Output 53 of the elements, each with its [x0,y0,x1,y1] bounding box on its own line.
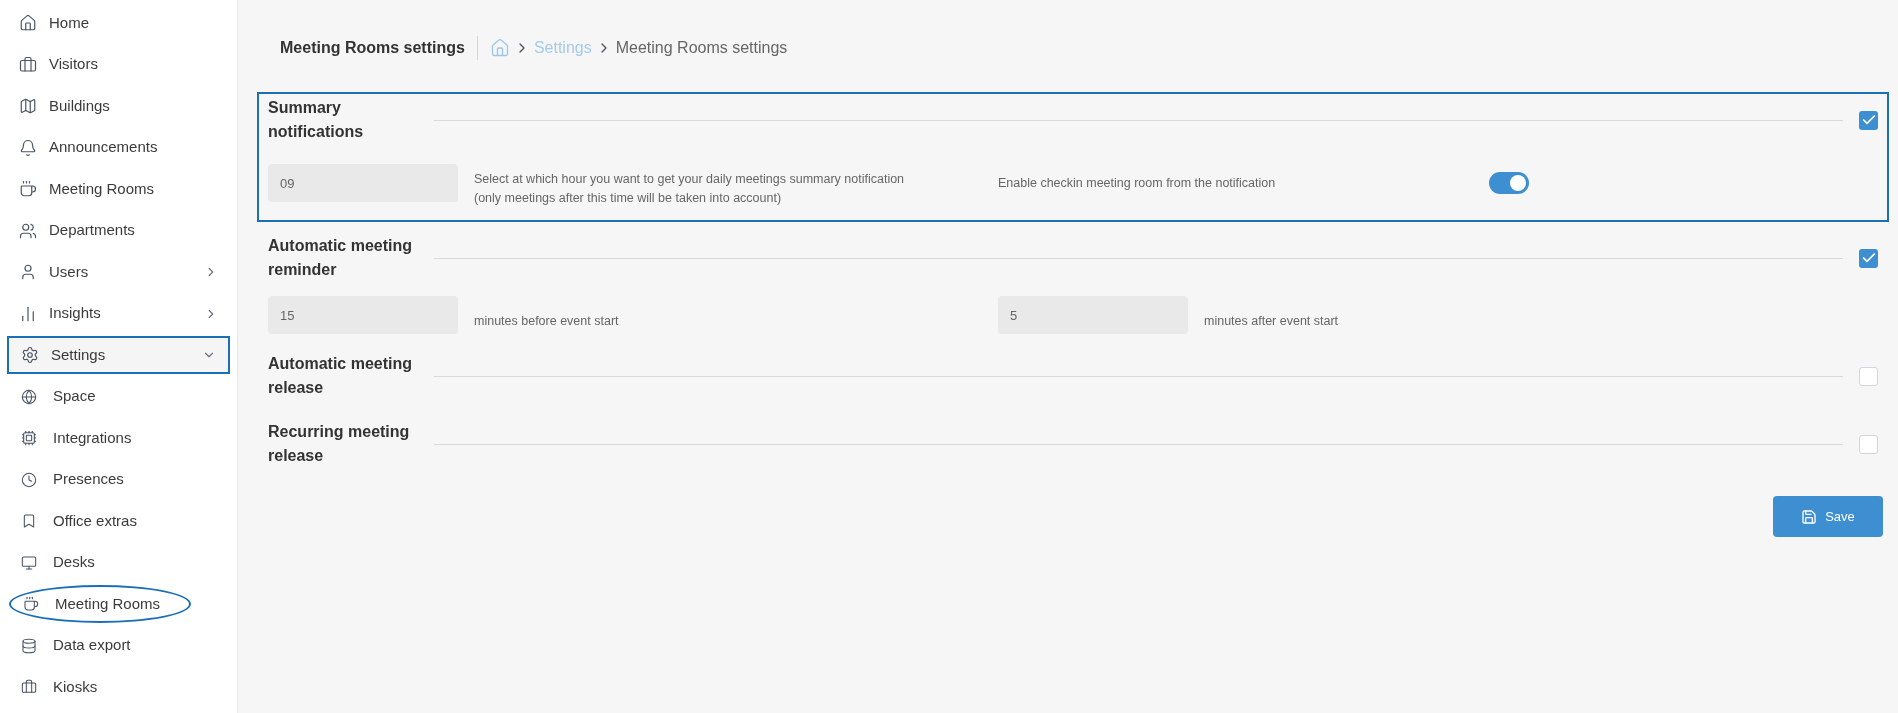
chip-icon [21,430,37,446]
section-title: Automatic meeting release [268,354,413,398]
map-icon [19,97,37,115]
briefcase-icon [19,55,37,74]
sidebar-item[interactable]: Users [7,253,230,291]
checkbox[interactable] [1859,248,1878,268]
toggle-switch[interactable] [1489,172,1529,194]
bar-chart-icon [19,304,37,323]
sidebar-item[interactable]: Insights [7,294,230,333]
field-description: Select at which hour you want to get your daily meetings summary notification [474,171,905,188]
sidebar-subitem[interactable]: Space [9,377,228,416]
field-description: minutes after event start [1204,312,1339,330]
clock-icon [21,471,37,488]
sidebar-item[interactable]: Settings [7,336,230,374]
input-field[interactable]: 5 [998,296,1188,334]
section-title: Automatic meeting reminder [268,236,413,280]
checkbox[interactable] [1859,366,1878,386]
sidebar-subitem[interactable]: Presences [9,460,228,499]
field-description: minutes before event start [474,312,619,330]
people-icon [19,221,37,240]
checkbox[interactable] [1859,434,1878,454]
section-title: Recurring meeting release [268,422,411,466]
bookmark-icon [21,513,37,529]
sidebar-subitem[interactable]: Integrations [9,419,228,457]
sidebar-subitem[interactable]: Desks [9,543,228,582]
sidebar-item[interactable]: Home [7,4,230,42]
globe-icon [21,388,37,405]
sidebar-item[interactable]: Meeting Rooms [7,170,230,208]
home-icon [19,14,37,32]
settings-icon [21,346,39,364]
sidebar-item[interactable]: Departments [7,211,230,250]
sidebar-subitem[interactable]: Office extras [9,502,228,540]
input-field[interactable]: 15 [268,296,458,334]
sidebar-item[interactable]: Announcements [7,128,230,167]
breadcrumb-current: Meeting Rooms settings [615,38,788,58]
sidebar-subitem[interactable]: Kiosks [9,668,228,706]
checkbox[interactable] [1859,110,1878,130]
input-field[interactable]: 09 [268,164,458,202]
field-description: (only meetings after this time will be taken into account) [474,190,783,207]
mug-icon [19,180,37,198]
monitor-icon [21,554,37,571]
sidebar-subitem[interactable]: Meeting Rooms [9,585,191,623]
toggle-label: Enable checkin meeting room from the notification [998,174,1277,192]
briefcase-icon [21,679,37,695]
sidebar-item[interactable]: Buildings [7,87,230,125]
bell-icon [19,138,37,157]
mug-icon [23,596,39,612]
sidebar-item[interactable]: Visitors [7,45,230,84]
database-icon [21,637,37,654]
page-title: Meeting Rooms settings [280,38,465,58]
section-title: Summary notifications [268,98,365,142]
sidebar-subitem[interactable]: Data export [9,626,228,665]
person-icon [19,263,37,281]
